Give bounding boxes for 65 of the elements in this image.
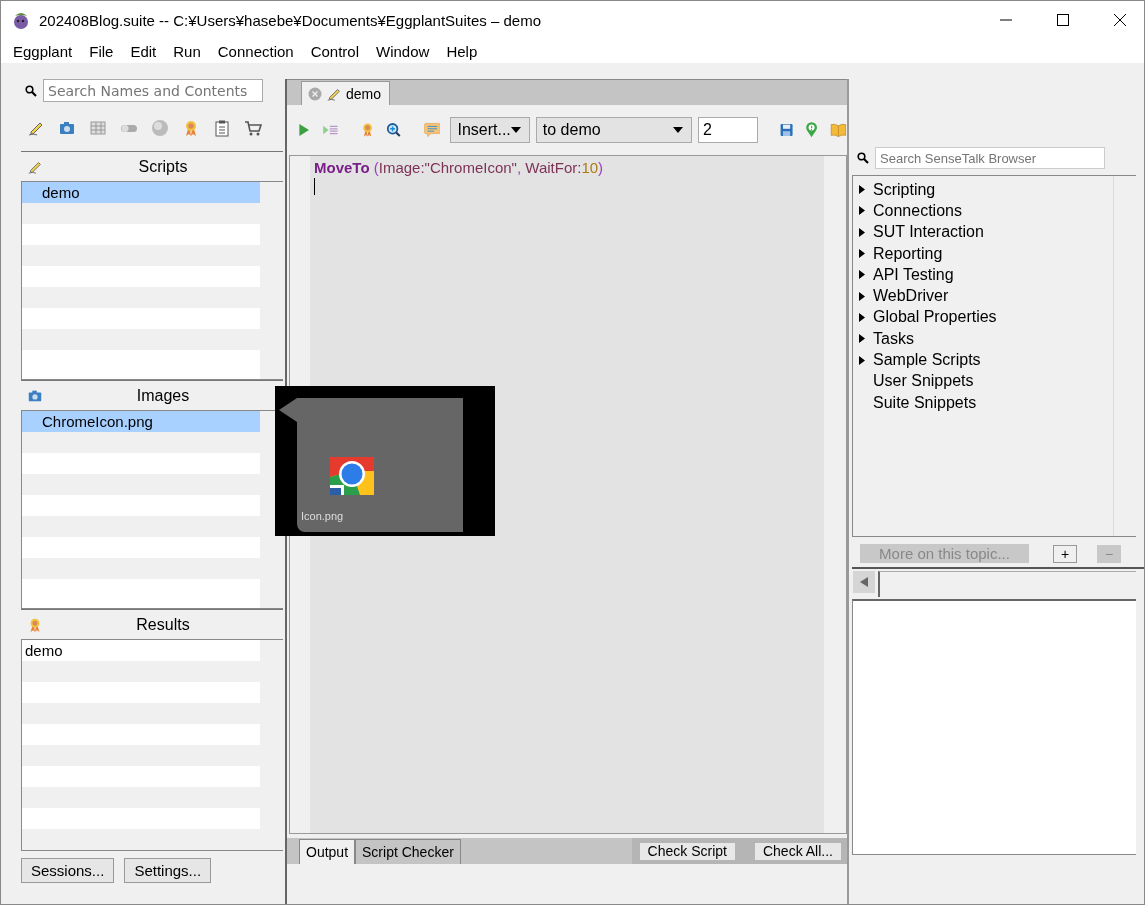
- chrome-logo-icon: [330, 457, 374, 495]
- maximize-icon[interactable]: [1057, 14, 1069, 26]
- menu-item[interactable]: File: [87, 42, 116, 60]
- list-item[interactable]: demo: [22, 640, 260, 661]
- expand-triangle-icon[interactable]: [859, 249, 865, 259]
- menu-item[interactable]: Connection: [215, 42, 296, 60]
- tree-item[interactable]: Suite Snippets: [859, 391, 1113, 414]
- step-field[interactable]: 2: [697, 117, 758, 143]
- zoom-button[interactable]: +: [1053, 544, 1077, 563]
- tree-item[interactable]: Sample Scripts: [859, 349, 1113, 371]
- expand-triangle-icon[interactable]: [859, 185, 865, 195]
- caret-icon: [510, 127, 521, 133]
- address-field[interactable]: [878, 571, 1136, 597]
- window-title: 202408Blog.suite -- C:¥Users¥hasebe¥Documents¥EggplantSuites – demo: [39, 11, 541, 29]
- eggplant-logo-icon: [11, 10, 31, 30]
- tree-item[interactable]: API Testing: [859, 264, 1113, 286]
- cart-icon[interactable]: [244, 119, 262, 137]
- expand-triangle-icon[interactable]: [859, 227, 865, 237]
- clipboard-icon[interactable]: [213, 119, 231, 137]
- camera-icon[interactable]: [58, 119, 76, 137]
- section-title: Results: [135, 615, 191, 634]
- expand-triangle-icon[interactable]: [859, 291, 865, 301]
- expand-triangle-icon[interactable]: [859, 270, 865, 280]
- checker-button[interactable]: Check All...: [754, 842, 841, 860]
- image-file-caption: Icon.png: [301, 510, 344, 522]
- output-tab[interactable]: Output: [299, 839, 356, 864]
- panel-button[interactable]: Sessions...: [21, 858, 115, 883]
- tree-item[interactable]: Tasks: [859, 328, 1113, 350]
- search-icon: [25, 84, 37, 97]
- menu-item[interactable]: Help: [444, 42, 480, 60]
- checker-button[interactable]: Check Script: [639, 842, 735, 860]
- menu-item[interactable]: Eggplant: [11, 42, 75, 60]
- tree-item[interactable]: SUT Interaction: [859, 221, 1113, 243]
- expand-triangle-icon[interactable]: [859, 334, 865, 344]
- close-icon[interactable]: [1114, 14, 1126, 26]
- search-field[interactable]: Search Names and Contents: [43, 79, 263, 102]
- menu-item[interactable]: Edit: [128, 42, 159, 60]
- back-button[interactable]: [853, 571, 875, 593]
- menu-item[interactable]: Run: [171, 42, 203, 60]
- panel-button[interactable]: Settings...: [124, 858, 212, 883]
- section-title: Scripts: [137, 157, 189, 176]
- tree-item[interactable]: Global Properties: [859, 306, 1113, 329]
- back-arrow-icon: [860, 577, 868, 587]
- search-field[interactable]: Search SenseTalk Browser: [875, 147, 1105, 169]
- code-line: MoveTo (Image:"ChromeIcon", WaitFor:10): [314, 159, 605, 176]
- list-item[interactable]: demo: [22, 182, 260, 203]
- text-cursor: [314, 178, 315, 195]
- tree-item[interactable]: Scripting: [859, 179, 1113, 201]
- tree-item[interactable]: User Snippets: [859, 370, 1113, 392]
- list-item[interactable]: ChromeIcon.png: [22, 411, 260, 432]
- tree-item[interactable]: Connections: [859, 200, 1113, 222]
- output-tab[interactable]: Script Checker: [355, 839, 461, 864]
- menu-item[interactable]: Control: [308, 42, 362, 60]
- search-icon: [857, 152, 869, 164]
- section-title: Images: [135, 386, 191, 405]
- menu-item[interactable]: Window: [374, 42, 432, 60]
- expand-triangle-icon[interactable]: [859, 206, 865, 216]
- insert-dropdown[interactable]: Insert...: [450, 117, 530, 143]
- tree-item[interactable]: WebDriver: [859, 285, 1113, 307]
- expand-triangle-icon[interactable]: [859, 312, 865, 322]
- expand-triangle-icon[interactable]: [859, 355, 865, 365]
- tree-item[interactable]: Reporting: [859, 242, 1113, 265]
- editor-tab[interactable]: demo: [301, 81, 391, 105]
- handler-dropdown[interactable]: to demo: [535, 117, 692, 143]
- caret-icon: [672, 127, 683, 133]
